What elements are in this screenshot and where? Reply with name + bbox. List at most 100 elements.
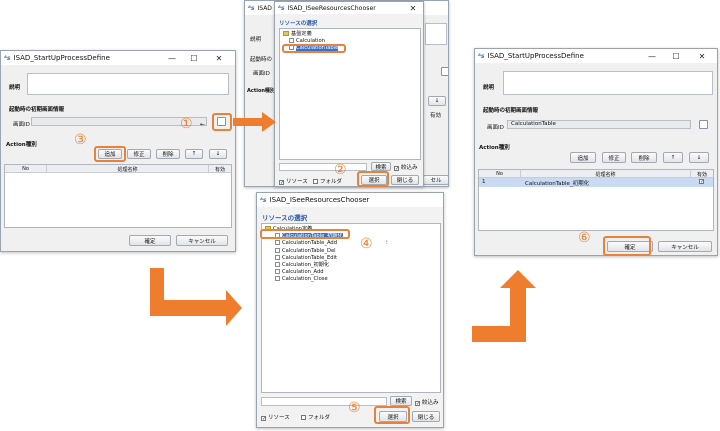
step-1-marker: ① [180,116,193,132]
table-row[interactable]: 1 CalculationTable_初期化 ✓ [479,178,713,187]
tree-item[interactable]: CalculationTable_Del [265,247,343,255]
isad-logo-icon: ᴬs [260,196,267,204]
close-icon[interactable]: ✕ [208,51,230,65]
resource-label: リソース [268,415,290,421]
step-2-marker: ② [334,162,347,178]
tree-item[interactable]: Calculation_初期化 [265,261,343,269]
folder-label: フォルダ [320,179,343,185]
arrow-down-right [150,268,242,326]
row-enabled-checkbox[interactable]: ✓ [699,179,704,185]
add-button[interactable]: 追加 [570,152,596,163]
file-icon [275,261,280,267]
screen-id-label-bg: 画面ID [253,71,270,77]
close-icon[interactable]: ✕ [405,2,421,14]
file-icon [275,269,280,275]
tree-item-label: Calculation_初期化 [282,261,330,268]
description-field[interactable] [503,71,713,95]
screen-id-browse-button[interactable] [699,120,708,129]
edit-button[interactable]: 修正 [602,152,626,163]
edit-button[interactable]: 修正 [127,149,151,159]
move-down-button[interactable]: ↓ [209,149,227,159]
minimize-icon[interactable]: — [161,51,183,65]
tree-item-label: Calculation_Close [282,276,328,283]
cancel-button[interactable]: キャンセル [658,241,712,252]
step-4-marker: ④ [360,236,373,252]
resource-checkbox[interactable]: ✓ リソース [261,413,290,422]
file-icon [275,240,280,246]
title-bar[interactable]: ᴬs ISAD_StartUpProcessDefine — ☐ ✕ [1,51,235,65]
close-button[interactable]: 閉じる [391,175,419,185]
define-window-result: ᴬs ISAD_StartUpProcessDefine — ☐ ✕ 説明 起動… [474,48,718,256]
screen-id-field[interactable]: CalculationTable [507,120,691,129]
init-screen-label: 起動時の初期画面情報 [483,108,539,114]
window-title: ISAD_ISeeResourcesChooser [269,196,370,204]
title-bar[interactable]: ᴬs ISAD_StartUpProcessDefine — ☐ ✕ [475,49,717,63]
action-type-label: Action種別 [479,145,510,151]
file-icon [275,276,280,282]
tree-item[interactable]: Calculation_Add [265,269,343,276]
title-bar[interactable]: ᴬs ISAD_ISeeResourcesChooser ✕ [275,2,423,14]
tree-item-label: CalculationTable_Edit [282,254,337,261]
highlight-confirm-button [603,236,651,256]
isad-logo-icon: ᴬs [278,4,285,12]
move-up-button[interactable]: ↑ [185,149,203,159]
checkbox-icon [313,179,318,184]
folder-icon [283,31,289,36]
resource-checkbox[interactable]: ✓ リソース [279,177,308,186]
table-header: No 処理名称 有効 [479,170,713,178]
filter-checkbox[interactable]: ✓ 絞込み [415,398,439,407]
close-button[interactable]: 閉じる [412,411,440,422]
delete-button[interactable]: 削除 [156,149,180,159]
maximize-icon[interactable]: ☐ [183,51,205,65]
tree-item-label: CalculationTable_Del [282,247,336,254]
checkbox-icon [301,415,306,420]
column-header-name: 処理名称 [521,170,691,178]
highlight-browse-button [212,113,232,131]
description-field[interactable] [27,73,229,95]
row-name: CalculationTable_初期化 [525,181,590,187]
folder-checkbox[interactable]: フォルダ [301,413,330,421]
search-button[interactable]: 検索 [390,396,412,406]
screen-id-browse-button-bg[interactable] [441,67,448,76]
tree-item[interactable]: CalculationTable_Add [265,240,343,247]
chooser-dialog-1: ᴬs ISAD_ISeeResourcesChooser ✕ リソースの選択 基… [274,1,424,187]
tree-item-label: 基盤定義 [291,31,312,37]
tree-folder[interactable]: 基盤定義 [283,31,338,38]
step-3-marker: ③ [74,132,87,148]
confirm-button[interactable]: 確定 [129,235,171,246]
search-input[interactable] [279,163,367,171]
folder-label: フォルダ [308,415,331,421]
title-bar[interactable]: ᴬs ISAD_ISeeResourcesChooser [257,193,443,207]
description-label: 説明 [9,85,21,91]
maximize-icon[interactable]: ☐ [665,49,687,63]
action-type-label: Action種別 [6,142,37,148]
description-label-bg: 説明 [250,37,262,43]
move-down-button-bg[interactable]: ↓ [428,96,446,106]
search-button[interactable]: 検索 [371,162,391,171]
filter-checkbox[interactable]: ✓ 絞込み [394,163,418,172]
step-6-marker: ⑥ [578,230,591,246]
column-header-no: No [5,165,47,173]
chooser-dialog-2: ᴬs ISAD_ISeeResourcesChooser リソースの選択 Cal… [256,192,444,428]
checkbox-icon: ✓ [415,401,421,407]
folder-checkbox[interactable]: フォルダ [313,177,342,185]
isad-logo-icon: ᴬs [4,54,11,62]
resource-tree-panel[interactable]: Calculation定義 CalculationTable_初期化 Calcu… [261,223,441,393]
init-screen-label-bg: 起動時の [250,57,273,63]
minimize-icon[interactable]: — [641,49,663,63]
tree-item-label: CalculationTable_Add [282,240,337,247]
column-header-enabled: 有効 [214,166,225,173]
close-icon[interactable]: ✕ [691,49,713,63]
move-up-button[interactable]: ↑ [663,152,683,163]
delete-button[interactable]: 削除 [631,152,657,163]
description-label: 説明 [483,85,495,91]
search-input[interactable] [261,397,387,406]
tree-item[interactable]: CalculationTable_Edit [265,254,343,262]
tree-item[interactable]: Calculation_Close [265,276,343,283]
move-down-button[interactable]: ↓ [689,152,709,163]
highlight-add-button [94,146,126,162]
cancel-button[interactable]: キャンセル [176,235,228,246]
action-table: No 処理名称 有効 [4,164,232,228]
highlight-select-button-1 [357,171,389,187]
cancel-button-bg[interactable]: セル [423,175,448,185]
